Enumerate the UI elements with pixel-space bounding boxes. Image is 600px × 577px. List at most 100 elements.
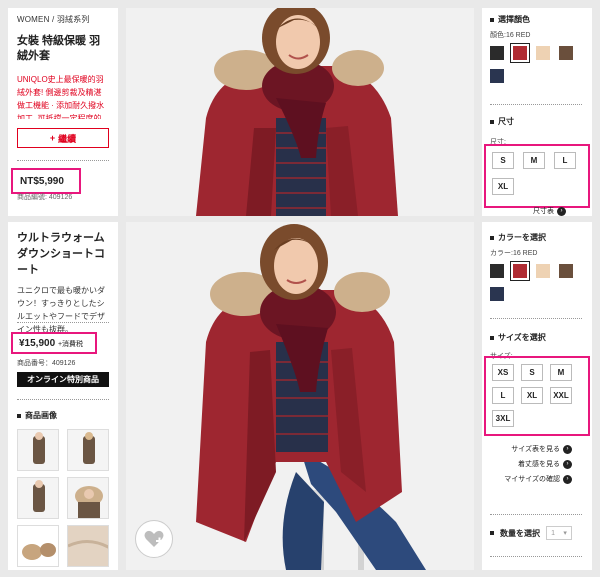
read-more-label: 繼續 xyxy=(58,133,77,144)
top-product-info: WOMEN / 羽絨系列 女裝 特級保暖 羽絨外套 UNIQLO史上最保暖的羽絨… xyxy=(8,8,118,216)
swatch-brown[interactable] xyxy=(559,264,573,278)
arrow-right-icon: › xyxy=(557,206,566,216)
top-product-image xyxy=(126,8,474,216)
bottom-options-panel: カラーを選択 カラー:16 RED サイズを選択 サイズ: XS S M L X… xyxy=(482,222,592,570)
color-heading-label: 選擇顏色 xyxy=(498,15,530,24)
size-s-button[interactable]: S xyxy=(521,364,543,381)
swatch-black[interactable] xyxy=(490,264,504,278)
swatch-black[interactable] xyxy=(490,46,504,60)
bottom-product-image xyxy=(126,222,474,570)
fur-detail-image xyxy=(18,526,58,566)
bullet-icon xyxy=(490,335,494,340)
color-heading-label: カラーを選択 xyxy=(498,233,546,242)
quantity-select[interactable]: 1 ▾ xyxy=(546,526,572,540)
top-options-panel: 選擇顏色 顏色:16 RED 尺寸 尺寸: S M L XL 尺寸表 › xyxy=(482,8,592,216)
heart-plus-icon xyxy=(144,530,164,547)
breadcrumb[interactable]: WOMEN / 羽絨系列 xyxy=(17,14,109,25)
swatch-navy[interactable] xyxy=(490,287,504,301)
bottom-product-info: ウルトラウォームダウンショートコート ユニクロで最も暖かいダウン！すっきりとした… xyxy=(8,222,118,570)
price: ¥15,900 +消費税 xyxy=(19,338,83,349)
chevron-down-icon: ▾ xyxy=(563,530,567,537)
size-heading-label: 尺寸 xyxy=(498,117,514,126)
thumbnail-2[interactable] xyxy=(67,429,109,471)
thumbnail-6[interactable] xyxy=(67,525,109,567)
my-size-link[interactable]: マイサイズの確認 › xyxy=(504,474,572,484)
divider xyxy=(17,399,109,400)
thumbnail-5[interactable] xyxy=(17,525,59,567)
size-chart-link-label: 尺寸表 xyxy=(533,208,554,215)
quantity-heading: 数量を選択 xyxy=(500,528,540,538)
swatch-red[interactable] xyxy=(510,261,530,281)
read-more-button[interactable]: + 繼續 xyxy=(17,128,109,148)
arrow-right-icon: › xyxy=(563,444,572,454)
size-l-button[interactable]: L xyxy=(492,387,514,404)
size-3xl-button[interactable]: 3XL xyxy=(492,410,514,427)
swatch-red[interactable] xyxy=(510,43,530,63)
size-xs-button[interactable]: XS xyxy=(492,364,514,381)
swatch-brown[interactable] xyxy=(559,46,573,60)
thumbnail-grid xyxy=(17,429,109,567)
thumbnail-3[interactable] xyxy=(17,477,59,519)
size-heading-label: サイズを選択 xyxy=(498,333,546,342)
bullet-icon xyxy=(490,119,494,124)
thumbnails-heading: 商品画像 xyxy=(17,410,57,421)
bullet-icon xyxy=(490,531,494,535)
thumbnail-1[interactable] xyxy=(17,429,59,471)
color-swatches xyxy=(490,261,586,301)
arrow-right-icon: › xyxy=(563,474,572,484)
bullet-icon xyxy=(490,17,494,22)
size-xl-button[interactable]: XL xyxy=(492,178,514,195)
size-highlight: S M L XL xyxy=(484,144,590,208)
product-title: 女裝 特級保暖 羽絨外套 xyxy=(17,35,101,62)
color-swatches xyxy=(490,43,586,83)
coat-thumb-image xyxy=(33,480,45,512)
product-description: UNIQLO史上最保暖的羽絨外套! 側邊剪裁及精湛做工機能 · 添加耐久撥水加工… xyxy=(17,75,105,119)
fit-link[interactable]: 着丈感を見る › xyxy=(504,459,572,469)
product-description: ユニクロで最も暖かいダウン！すっきりとしたシルエットやフードでデザイン性も抜群。 xyxy=(17,286,105,334)
size-m-button[interactable]: M xyxy=(550,364,572,381)
size-chart-link-label: サイズ表を見る xyxy=(511,446,560,453)
size-m-button[interactable]: M xyxy=(523,152,545,169)
model-photo-red-coat-seated xyxy=(126,222,474,570)
size-heading: 尺寸 xyxy=(490,116,514,127)
thumbnail-4[interactable] xyxy=(67,477,109,519)
divider xyxy=(17,322,109,323)
size-links: サイズ表を見る › 着丈感を見る › マイサイズの確認 › xyxy=(504,444,572,484)
thumbnails-heading-label: 商品画像 xyxy=(25,411,57,420)
size-s-button[interactable]: S xyxy=(492,152,514,169)
size-heading: サイズを選択 xyxy=(490,332,546,343)
my-size-link-label: マイサイズの確認 xyxy=(504,476,560,483)
divider xyxy=(17,160,109,161)
color-heading: カラーを選択 xyxy=(490,232,584,243)
size-xxl-button[interactable]: XXL xyxy=(550,387,572,404)
divider xyxy=(490,556,582,557)
favorite-button[interactable] xyxy=(135,520,173,558)
price: NT$5,990 xyxy=(20,176,64,187)
coat-thumb-image xyxy=(33,432,45,464)
swatch-beige[interactable] xyxy=(536,46,550,60)
bullet-icon xyxy=(490,235,494,240)
fit-link-label: 着丈感を見る xyxy=(518,461,560,468)
plus-icon: + xyxy=(49,133,56,143)
color-selected-text: 顏色:16 RED xyxy=(490,32,531,39)
coat-thumb-image xyxy=(75,486,103,518)
item-number: 商品番号：409126 xyxy=(17,360,76,367)
size-l-button[interactable]: L xyxy=(554,152,576,169)
tax-note: +消費税 xyxy=(57,341,84,348)
coat-thumb-image xyxy=(83,432,95,464)
product-title: ウルトラウォームダウンショートコート xyxy=(17,232,105,276)
arrow-right-icon: › xyxy=(563,459,572,469)
swatch-beige[interactable] xyxy=(536,264,550,278)
bullet-icon xyxy=(17,413,21,418)
size-xl-button[interactable]: XL xyxy=(521,387,543,404)
divider xyxy=(490,318,582,319)
lining-detail-image xyxy=(68,526,108,566)
swatch-navy[interactable] xyxy=(490,69,504,83)
item-number: 商品編號: 409126 xyxy=(17,194,73,201)
color-heading: 選擇顏色 xyxy=(490,14,584,25)
quantity-row: 数量を選択 1 ▾ xyxy=(490,526,572,540)
divider xyxy=(490,104,582,105)
divider xyxy=(490,514,582,515)
size-chart-link[interactable]: サイズ表を見る › xyxy=(504,444,572,454)
size-chart-link[interactable]: 尺寸表 › xyxy=(533,206,566,216)
